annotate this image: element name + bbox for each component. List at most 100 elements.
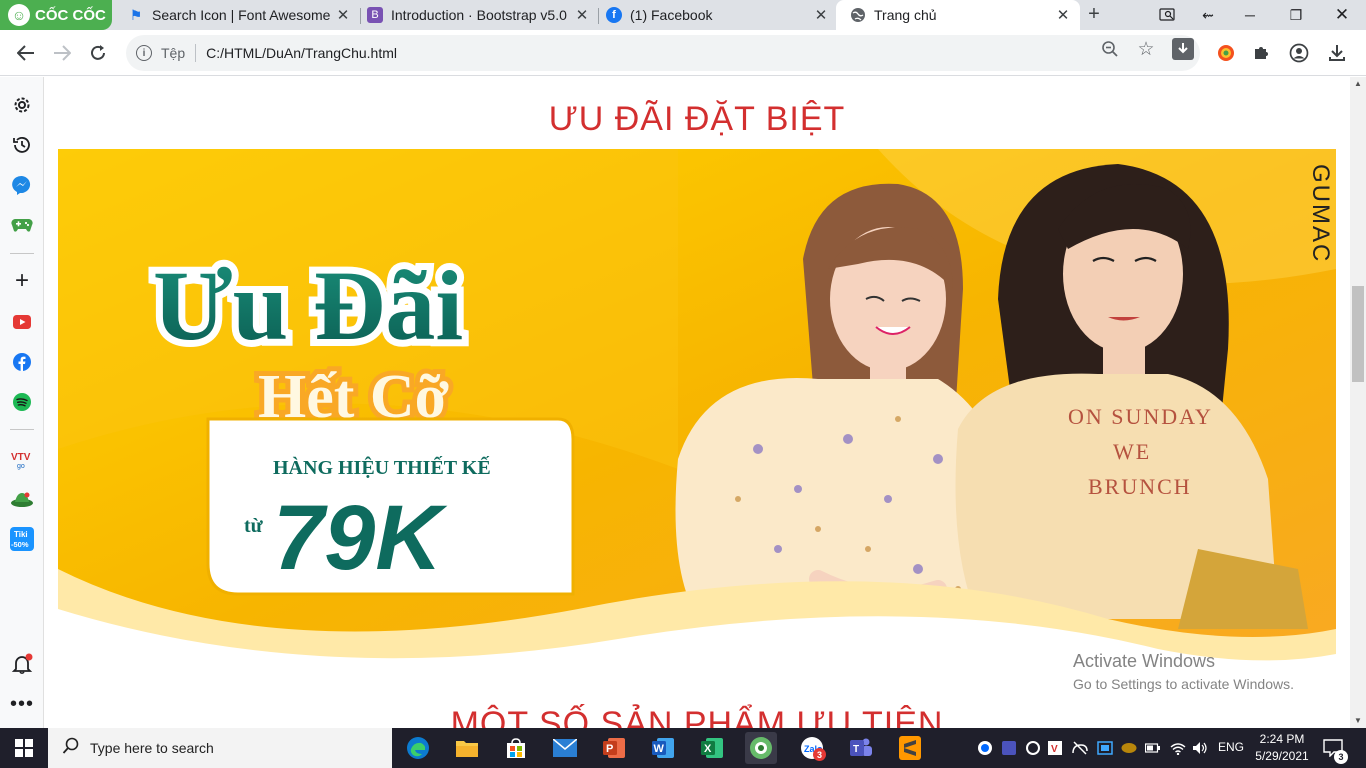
youtube-icon[interactable] bbox=[10, 310, 34, 334]
tab-facebook[interactable]: f (1) Facebook ✕ bbox=[592, 0, 838, 30]
info-icon[interactable]: i bbox=[136, 45, 152, 61]
game-controller-icon[interactable] bbox=[10, 213, 34, 237]
tab-title: Trang chủ bbox=[874, 7, 937, 23]
svg-text:-50%: -50% bbox=[11, 540, 29, 549]
notification-bell-icon[interactable] bbox=[10, 652, 34, 676]
page-scrollbar[interactable]: ▲ ▼ bbox=[1350, 77, 1366, 728]
svg-text:W: W bbox=[654, 743, 665, 755]
banner-tagline: HÀNG HIỆU THIẾT KẾ bbox=[273, 455, 491, 479]
bookmark-star-icon[interactable]: ☆ bbox=[1136, 39, 1156, 60]
notification-count-badge: 3 bbox=[1334, 750, 1348, 764]
network-adapter-tray-icon[interactable] bbox=[1097, 740, 1113, 756]
vtv-go-icon[interactable]: VTV go bbox=[10, 447, 34, 471]
search-placeholder: Type here to search bbox=[90, 740, 214, 756]
messenger-icon[interactable] bbox=[10, 173, 34, 197]
brand-label: CỐC CỐC bbox=[35, 6, 106, 24]
game-hat-icon[interactable] bbox=[10, 487, 34, 511]
profile-icon[interactable] bbox=[1288, 42, 1310, 64]
more-options-icon[interactable]: ••• bbox=[10, 692, 34, 716]
input-language-indicator[interactable]: ENG bbox=[1216, 740, 1246, 754]
restore-button[interactable]: ❐ bbox=[1274, 0, 1318, 30]
extensions-puzzle-icon[interactable] bbox=[1250, 42, 1272, 64]
windows-start-button[interactable] bbox=[0, 728, 48, 768]
tab-title: Introduction · Bootstrap v5.0 bbox=[391, 7, 567, 23]
security-tray-icon[interactable] bbox=[1025, 740, 1041, 756]
mail-icon[interactable] bbox=[549, 732, 581, 764]
excel-icon[interactable]: X bbox=[696, 732, 728, 764]
clock-time[interactable]: 2:24 PM bbox=[1250, 732, 1314, 746]
tab-font-awesome[interactable]: ⚑ Search Icon | Font Awesome ✕ bbox=[114, 0, 360, 30]
shirt-print-line1: ON SUNDAY bbox=[1068, 404, 1213, 429]
banner-headline-1: Ưu Đãi bbox=[153, 250, 463, 361]
address-divider bbox=[195, 44, 197, 62]
coccoc-extension-icon[interactable] bbox=[1215, 42, 1237, 64]
banner-from-label: từ bbox=[244, 515, 264, 537]
word-icon[interactable]: W bbox=[647, 732, 679, 764]
app-tray-icon[interactable] bbox=[1121, 740, 1137, 756]
tab-title: (1) Facebook bbox=[630, 7, 713, 23]
add-shortcut-icon[interactable]: + bbox=[10, 267, 34, 294]
tab-title: Search Icon | Font Awesome bbox=[152, 7, 331, 23]
powerpoint-icon[interactable]: P bbox=[598, 732, 630, 764]
history-icon[interactable] bbox=[10, 133, 34, 157]
scroll-up-arrow-icon[interactable]: ▲ bbox=[1350, 77, 1366, 91]
coccoc-logo-icon: ☺ bbox=[8, 4, 30, 26]
teams-icon[interactable]: T bbox=[845, 732, 877, 764]
svg-text:P: P bbox=[606, 743, 613, 755]
teams-tray-icon[interactable] bbox=[1001, 740, 1017, 756]
close-tab-icon[interactable]: ✕ bbox=[1054, 6, 1072, 24]
back-history-icon[interactable]: ⇜ bbox=[1186, 0, 1230, 30]
sync-off-tray-icon[interactable] bbox=[1072, 740, 1088, 756]
edge-icon[interactable] bbox=[402, 732, 434, 764]
settings-gear-icon[interactable] bbox=[10, 93, 34, 117]
close-tab-icon[interactable]: ✕ bbox=[334, 6, 352, 24]
downloads-icon[interactable] bbox=[1326, 42, 1348, 64]
promo-banner[interactable]: ON SUNDAY WE BRUNCH GUMAC Ưu Đãi Hết Cỡ … bbox=[58, 149, 1336, 689]
facebook-icon[interactable] bbox=[10, 350, 34, 374]
zoom-out-icon[interactable] bbox=[1100, 39, 1120, 59]
scroll-down-arrow-icon[interactable]: ▼ bbox=[1350, 714, 1366, 728]
flag-icon: ⚑ bbox=[129, 6, 143, 23]
close-tab-icon[interactable]: ✕ bbox=[573, 6, 591, 24]
file-explorer-icon[interactable] bbox=[451, 732, 483, 764]
activate-windows-title: Activate Windows bbox=[1073, 651, 1216, 671]
scrollbar-thumb[interactable] bbox=[1352, 286, 1364, 382]
tab-bootstrap[interactable]: B Introduction · Bootstrap v5.0 ✕ bbox=[353, 0, 599, 30]
tab-search-icon[interactable] bbox=[1146, 0, 1190, 30]
url-text[interactable]: C:/HTML/DuAn/TrangChu.html bbox=[206, 45, 397, 61]
close-window-button[interactable]: ✕ bbox=[1320, 0, 1364, 30]
priority-products-heading: MỘT SỐ SẢN PHẨM ƯU TIÊN bbox=[450, 705, 944, 728]
side-panel: + VTV go Tiki -50% ••• bbox=[0, 77, 44, 728]
zalo-icon[interactable]: Zalo 3 bbox=[796, 732, 828, 764]
facebook-icon: f bbox=[606, 7, 622, 23]
clock-date[interactable]: 5/29/2021 bbox=[1250, 749, 1314, 763]
battery-icon[interactable] bbox=[1145, 740, 1161, 756]
svg-text:Tiki: Tiki bbox=[14, 530, 28, 539]
v-tray-icon[interactable]: V bbox=[1047, 740, 1063, 756]
sublime-text-icon[interactable] bbox=[894, 732, 926, 764]
tab-strip: ☺ CỐC CỐC ⚑ Search Icon | Font Awesome ✕… bbox=[0, 0, 1366, 30]
address-bar[interactable]: i Tệp C:/HTML/DuAn/TrangChu.html bbox=[126, 35, 1200, 71]
coccoc-taskbar-icon[interactable] bbox=[745, 732, 777, 764]
taskbar-search-input[interactable]: Type here to search bbox=[48, 728, 392, 768]
download-page-icon[interactable] bbox=[1172, 38, 1194, 60]
minimize-button[interactable]: ─ bbox=[1228, 0, 1272, 30]
svg-text:V: V bbox=[1051, 744, 1058, 755]
spotify-icon[interactable] bbox=[10, 390, 34, 414]
close-tab-icon[interactable]: ✕ bbox=[812, 6, 830, 24]
tab-trang-chu[interactable]: Trang chủ ✕ bbox=[836, 0, 1080, 30]
new-tab-button[interactable]: + bbox=[1082, 3, 1106, 27]
volume-icon[interactable] bbox=[1192, 740, 1208, 756]
coccoc-menu-button[interactable]: ☺ CỐC CỐC bbox=[0, 0, 112, 30]
svg-text:go: go bbox=[17, 463, 25, 470]
activate-windows-subtitle: Go to Settings to activate Windows. bbox=[1073, 676, 1294, 692]
forward-button[interactable] bbox=[47, 38, 77, 68]
back-button[interactable] bbox=[11, 38, 41, 68]
reload-button[interactable] bbox=[83, 38, 113, 68]
bootstrap-icon: B bbox=[367, 7, 383, 23]
zalo-tray-icon[interactable] bbox=[977, 740, 993, 756]
tiki-icon[interactable]: Tiki -50% bbox=[10, 527, 34, 551]
microsoft-store-icon[interactable] bbox=[500, 732, 532, 764]
file-scheme-label: Tệp bbox=[161, 45, 186, 61]
wifi-icon[interactable] bbox=[1170, 740, 1186, 756]
